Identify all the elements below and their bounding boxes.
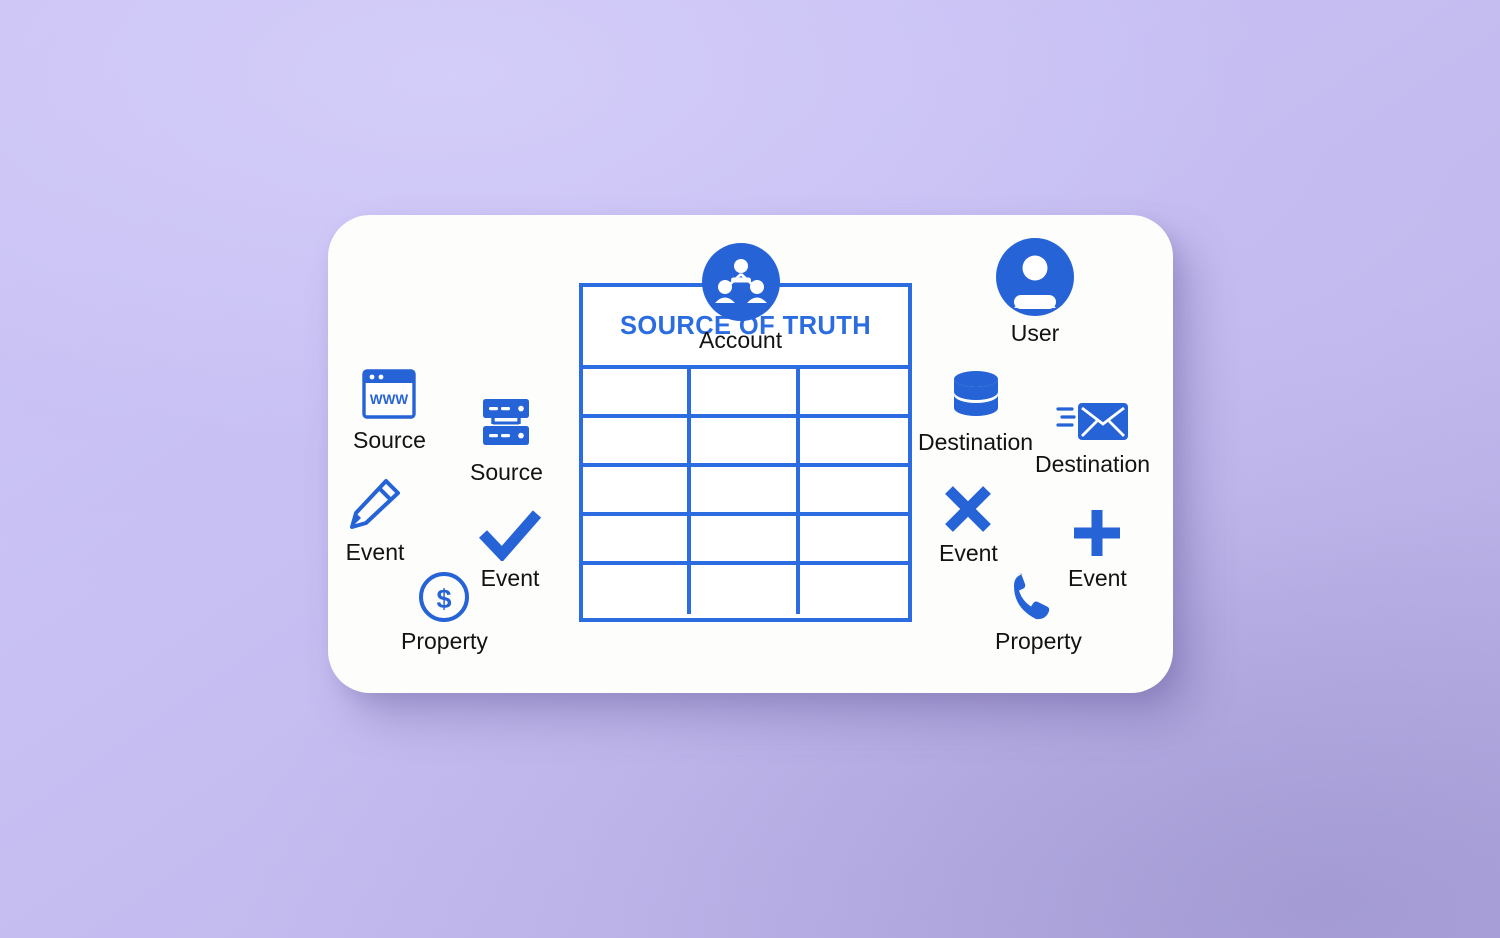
node-user: User	[996, 238, 1074, 346]
server-rack-icon	[475, 393, 537, 455]
table-cell	[691, 516, 800, 561]
table-cell	[691, 565, 800, 614]
node-label: Property	[995, 628, 1082, 654]
table-cell	[691, 467, 800, 512]
table-row	[583, 418, 908, 467]
table-cell	[583, 369, 692, 414]
node-label: Source	[353, 427, 426, 453]
node-label: Destination	[918, 429, 1034, 455]
node-label: Account	[699, 327, 783, 353]
svg-text:$: $	[437, 584, 452, 614]
table-row	[583, 565, 908, 614]
node-label: Source	[470, 459, 543, 485]
table-cell	[800, 516, 908, 561]
node-property-phone: Property	[995, 570, 1082, 654]
node-event-close: Event	[939, 482, 998, 566]
phone-handset-icon	[1010, 570, 1066, 624]
pencil-icon	[344, 473, 406, 535]
table-cell	[691, 418, 800, 463]
node-label: User	[1010, 320, 1060, 346]
diagram-card: SOURCE OF TRUTH Account WWW Source Sourc…	[328, 215, 1173, 693]
node-source-server: Source	[470, 393, 543, 485]
node-label: Event	[939, 540, 998, 566]
table-cell	[583, 418, 692, 463]
user-avatar-circle-icon	[996, 238, 1074, 316]
dollar-circle-icon: $	[417, 570, 471, 624]
browser-www-text: WWW	[370, 392, 408, 407]
node-destination-database: Destination	[918, 367, 1033, 455]
account-group-circle-icon	[701, 243, 780, 321]
node-property-money: $ Property	[401, 570, 488, 654]
table-cell	[583, 516, 692, 561]
node-destination-mail: Destination	[1035, 395, 1150, 477]
node-account: Account	[699, 243, 782, 353]
table-cell	[800, 467, 908, 512]
node-source-www: WWW Source	[353, 365, 426, 453]
close-x-icon	[941, 482, 995, 536]
database-cylinder-icon	[946, 367, 1006, 425]
node-label: Destination	[1035, 451, 1151, 477]
table-cell	[583, 467, 692, 512]
plus-icon	[1069, 505, 1125, 561]
node-label: Event	[345, 539, 405, 565]
table-row	[583, 369, 908, 418]
node-label: Event	[480, 565, 540, 591]
table-cell	[800, 565, 908, 614]
checkmark-icon	[478, 509, 542, 561]
table-cell	[800, 418, 908, 463]
browser-window-www-icon: WWW	[360, 365, 418, 423]
table-row	[583, 516, 908, 565]
table-cell	[691, 369, 800, 414]
table-body	[583, 369, 908, 614]
table-cell	[800, 369, 908, 414]
node-event-pencil: Event	[344, 473, 406, 565]
node-label: Property	[401, 628, 488, 654]
table-cell	[583, 565, 692, 614]
envelope-send-icon	[1055, 395, 1130, 447]
table-row	[583, 467, 908, 516]
